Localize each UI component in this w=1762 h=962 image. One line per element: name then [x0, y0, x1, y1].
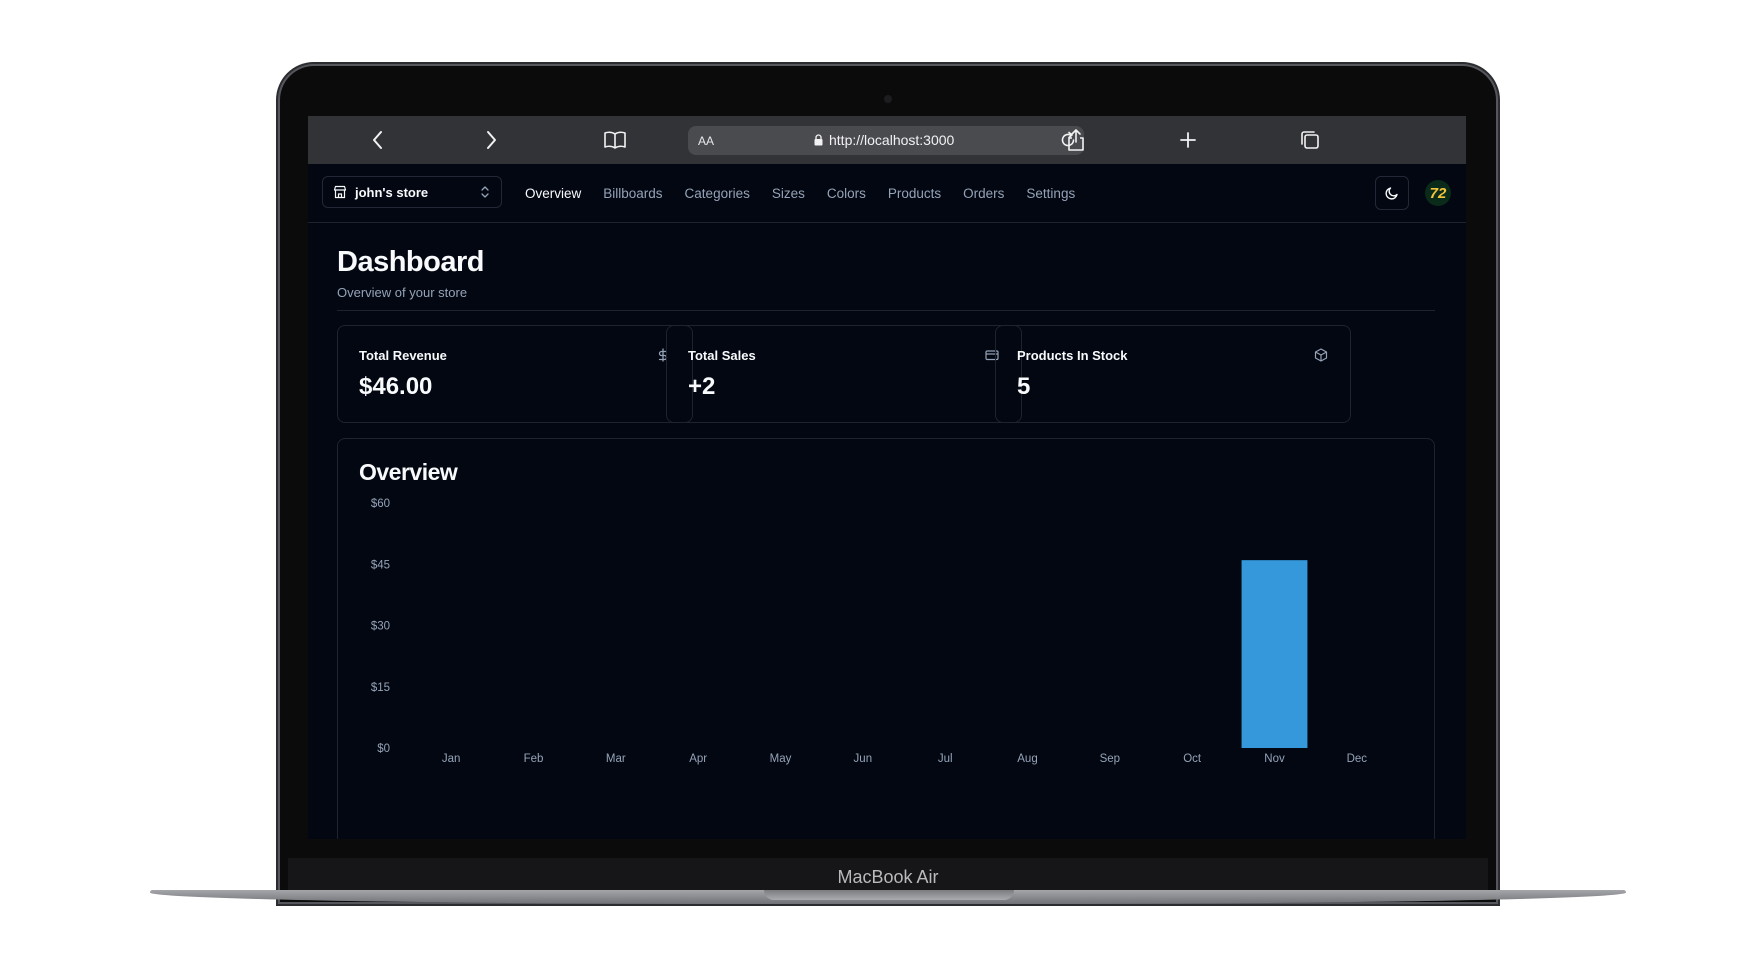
x-tick-label: Sep — [1100, 753, 1120, 765]
nav-links: Overview Billboards Categories Sizes Colors P… — [525, 164, 1075, 222]
stat-value: 5 — [1017, 373, 1031, 400]
stat-card-revenue: Total Revenue $46.00 — [337, 325, 693, 423]
nav-link-orders[interactable]: Orders — [963, 186, 1004, 201]
bookmarks-icon[interactable] — [603, 128, 627, 152]
avatar-text: 72 — [1429, 184, 1447, 202]
laptop-base-notch — [764, 890, 1014, 900]
url-text: http://localhost:3000 — [829, 132, 955, 148]
store-switcher[interactable]: john's store — [322, 176, 502, 208]
camera-dot — [884, 95, 892, 103]
overview-card: Overview $0 $15 $30 $45 $60 Jan Feb Mar Apr May Ju… — [337, 438, 1435, 839]
share-icon[interactable] — [1064, 128, 1088, 152]
nav-link-colors[interactable]: Colors — [827, 186, 866, 201]
store-icon — [333, 185, 347, 199]
x-tick-label: Jun — [854, 753, 873, 765]
app-navbar: john's store Overview Billboards Categorie… — [308, 164, 1466, 223]
y-tick-label: $15 — [371, 682, 390, 694]
x-tick-label: Dec — [1347, 753, 1368, 765]
page-subtitle: Overview of your store — [337, 285, 468, 300]
x-tick-label: Nov — [1264, 753, 1285, 765]
x-tick-label: Apr — [689, 753, 707, 765]
stat-card-sales: Total Sales +2 — [666, 325, 1022, 423]
revenue-bar-chart: $0 $15 $30 $45 $60 Jan Feb Mar Apr May Jun Jul Aug Se… — [371, 498, 1368, 765]
y-tick-label: $30 — [371, 621, 390, 633]
x-tick-label: Jan — [442, 753, 461, 765]
tabs-overview-icon[interactable] — [1298, 128, 1322, 152]
nav-link-billboards[interactable]: Billboards — [603, 186, 662, 201]
x-tick-label: May — [770, 753, 792, 765]
y-tick-label: $0 — [377, 743, 390, 755]
store-name: john's store — [355, 184, 429, 200]
address-bar[interactable]: AA http://localhost:3000 — [688, 126, 1084, 155]
x-tick-label: Jul — [938, 753, 953, 765]
stat-label: Products In Stock — [1017, 348, 1128, 363]
new-tab-icon[interactable] — [1176, 128, 1200, 152]
x-tick-label: Mar — [606, 753, 626, 765]
screen: AA http://localhost:3000 john's store Ov… — [308, 116, 1466, 839]
bar-nov[interactable] — [1241, 560, 1308, 748]
back-icon[interactable] — [366, 128, 390, 152]
x-tick-label: Aug — [1017, 753, 1037, 765]
moon-icon — [1385, 187, 1398, 200]
stat-label: Total Sales — [688, 348, 756, 363]
stat-value: $46.00 — [359, 373, 433, 400]
stat-value: +2 — [688, 373, 716, 400]
nav-link-overview[interactable]: Overview — [525, 186, 581, 201]
nav-link-settings[interactable]: Settings — [1026, 186, 1075, 201]
chevrons-up-down-icon — [479, 184, 491, 203]
forward-icon[interactable] — [479, 128, 503, 152]
browser-toolbar: AA http://localhost:3000 — [308, 116, 1466, 164]
y-tick-label: $45 — [371, 559, 390, 571]
nav-link-sizes[interactable]: Sizes — [772, 186, 805, 201]
x-tick-label: Oct — [1183, 753, 1202, 765]
y-tick-label: $60 — [371, 498, 390, 510]
stat-card-stock: Products In Stock 5 — [995, 325, 1351, 423]
stat-label: Total Revenue — [359, 348, 447, 363]
nav-link-categories[interactable]: Categories — [685, 186, 750, 201]
x-tick-label: Feb — [524, 753, 544, 765]
device-label: MacBook Air — [837, 867, 939, 887]
theme-toggle-button[interactable] — [1375, 176, 1409, 210]
user-avatar[interactable]: 72 — [1425, 180, 1451, 206]
page-title: Dashboard — [337, 246, 484, 278]
lock-icon — [814, 134, 823, 146]
package-icon — [1314, 348, 1328, 367]
reader-aa[interactable]: AA — [698, 134, 714, 148]
nav-link-products[interactable]: Products — [888, 186, 941, 201]
header-divider — [337, 310, 1435, 311]
